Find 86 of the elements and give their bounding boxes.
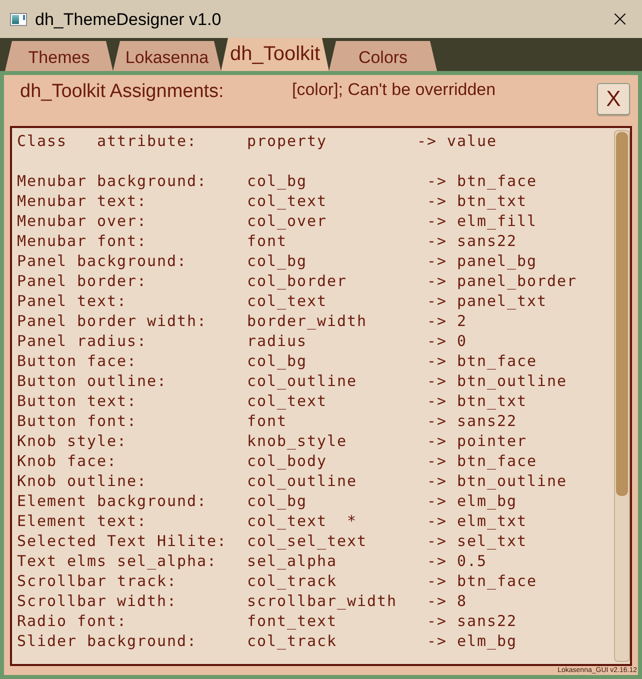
value-name: -> btn_txt <box>427 391 528 411</box>
attribute-label: Scrollbar width: <box>17 591 178 611</box>
attribute-label: Panel radius: <box>17 331 148 351</box>
property-name: font <box>247 411 288 431</box>
property-name: col_track <box>247 571 338 591</box>
attribute-label: Menubar background: <box>17 171 208 191</box>
attribute-label: Panel text: <box>17 291 128 311</box>
value-name: -> 8 <box>427 591 468 611</box>
value-name: -> 0 <box>427 331 468 351</box>
value-name: -> btn_face <box>427 451 538 471</box>
panel-heading: dh_Toolkit Assignments: <box>20 81 225 103</box>
attribute-label: Menubar over: <box>17 211 148 231</box>
property-name: col_sel_text <box>247 531 368 551</box>
value-name: -> btn_face <box>427 351 538 371</box>
attribute-label: Button text: <box>17 391 138 411</box>
attribute-label: Selected Text Hilite: <box>17 531 228 551</box>
property-name: col_outline <box>247 371 358 391</box>
attribute-label: Button font: <box>17 411 138 431</box>
attribute-label: Menubar font: <box>17 231 148 251</box>
value-name: -> btn_outline <box>427 471 568 491</box>
property-name: font <box>247 231 288 251</box>
attribute-label: Text elms sel_alpha: <box>17 551 218 571</box>
attribute-label: Slider background: <box>17 631 198 651</box>
attribute-label: Button outline: <box>17 371 168 391</box>
value-name: -> panel_border <box>427 271 578 291</box>
property-name: border_width <box>247 311 368 331</box>
property-name: col_text <box>247 391 328 411</box>
property-name: col_bg <box>247 351 308 371</box>
close-panel-button[interactable]: X <box>597 83 630 115</box>
value-name: -> btn_outline <box>427 371 568 391</box>
tab[interactable]: Themes <box>5 41 113 71</box>
tab[interactable]: Lokasenna <box>113 41 221 71</box>
attribute-label: Element background: <box>17 491 208 511</box>
value-name: -> panel_txt <box>427 291 548 311</box>
attribute-label: Panel border: <box>17 271 148 291</box>
attribute-label: Element text: <box>17 511 148 531</box>
tab[interactable]: dh_Toolkit <box>221 38 329 71</box>
property-name: col_text <box>247 191 328 211</box>
value-name: -> 0.5 <box>427 551 488 571</box>
value-name: -> btn_txt <box>427 191 528 211</box>
property-name: radius <box>247 331 308 351</box>
value-name: -> sans22 <box>427 231 518 251</box>
attribute-label: Scrollbar track: <box>17 571 178 591</box>
property-name: font_text <box>247 611 338 631</box>
property-name: col_over <box>247 211 328 231</box>
property-name: col_bg <box>247 251 308 271</box>
attribute-label: Knob face: <box>17 451 118 471</box>
attribute-label: Knob outline: <box>17 471 148 491</box>
value-name: -> elm_bg <box>427 631 518 651</box>
property-name: col_text <box>247 291 328 311</box>
value-name: -> elm_fill <box>427 211 538 231</box>
attribute-label: Panel border width: <box>17 311 208 331</box>
property-name: col_body <box>247 451 328 471</box>
attribute-label: Menubar text: <box>17 191 148 211</box>
window-title: dh_ThemeDesigner v1.0 <box>35 10 222 28</box>
app-icon <box>10 12 27 26</box>
tab[interactable]: Colors <box>329 41 437 71</box>
column-heading: -> value <box>417 131 498 151</box>
value-name: -> elm_bg <box>427 491 518 511</box>
value-name: -> elm_txt <box>427 511 528 531</box>
column-heading: Class attribute: <box>17 131 198 151</box>
value-name: -> sans22 <box>427 411 518 431</box>
property-name: col_border <box>247 271 348 291</box>
attribute-label: Panel background: <box>17 251 188 271</box>
property-name: sel_alpha <box>247 551 338 571</box>
property-name: scrollbar_width <box>247 591 398 611</box>
value-name: -> panel_bg <box>427 251 538 271</box>
property-name: knob_style <box>247 431 348 451</box>
column-heading: property <box>247 131 328 151</box>
value-name: -> 2 <box>427 311 468 331</box>
value-name: -> sans22 <box>427 611 518 631</box>
scrollbar-track[interactable] <box>614 130 630 662</box>
attribute-label: Radio font: <box>17 611 128 631</box>
scrollbar-thumb[interactable] <box>616 132 628 496</box>
value-name: -> btn_face <box>427 171 538 191</box>
panel-note: [color]; Can't be overridden <box>292 80 496 100</box>
attribute-label: Knob style: <box>17 431 128 451</box>
property-name: col_bg <box>247 171 308 191</box>
property-name: col_text * <box>247 511 358 531</box>
property-name: col_bg <box>247 491 308 511</box>
value-name: -> btn_face <box>427 571 538 591</box>
property-name: col_track <box>247 631 338 651</box>
value-name: -> sel_txt <box>427 531 528 551</box>
attribute-label: Button face: <box>17 351 138 371</box>
value-name: -> pointer <box>427 431 528 451</box>
property-name: col_outline <box>247 471 358 491</box>
